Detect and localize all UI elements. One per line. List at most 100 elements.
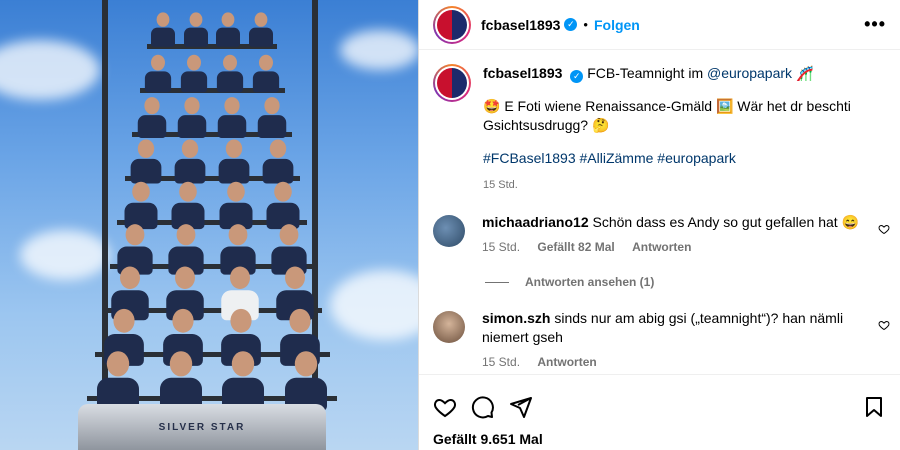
rider-shirt — [257, 115, 287, 138]
rider-head — [224, 97, 240, 115]
share-icon[interactable] — [509, 395, 533, 419]
verified-icon: ✓ — [564, 18, 578, 31]
rider — [266, 181, 300, 230]
rider-head — [184, 97, 200, 115]
caption-body: fcbasel1893 ✓ FCB-Teamnight im @europapa… — [483, 64, 886, 195]
rider — [151, 12, 176, 47]
comment-heart-icon[interactable] — [878, 319, 890, 331]
rider — [180, 54, 207, 94]
picture-emoji: 🖼️ — [715, 98, 734, 114]
rider — [219, 181, 253, 230]
rider-head — [174, 266, 195, 289]
rider — [253, 54, 280, 94]
header-username[interactable]: fcbasel1893 — [481, 17, 560, 33]
likes-count[interactable]: Gefällt 9.651 Mal — [419, 425, 900, 447]
fcb-crest-logo — [437, 9, 467, 40]
caption-line-1: fcbasel1893 ✓ FCB-Teamnight im @europapa… — [483, 64, 886, 83]
rider — [137, 97, 167, 139]
rider-shirt — [253, 71, 280, 93]
rider-head — [226, 181, 245, 202]
rider-head — [284, 266, 305, 289]
rider — [174, 139, 206, 184]
rider-head — [269, 139, 286, 158]
rider — [216, 12, 241, 47]
rider-shirt — [217, 71, 244, 93]
post-footer: Gefällt 9.651 Mal — [419, 374, 900, 450]
rider — [248, 12, 273, 47]
rider-head — [144, 97, 160, 115]
rider-head — [172, 308, 194, 333]
rider-head — [223, 54, 238, 71]
profile-avatar[interactable] — [433, 5, 471, 44]
rider-head — [125, 224, 145, 246]
post-side-panel: fcbasel1893 ✓ • Folgen ••• fcbasel1893 ✓… — [418, 0, 900, 450]
rider-head — [131, 181, 150, 202]
thinking-emoji: 🤔 — [591, 117, 610, 133]
caption-text: E Foti wiene Renaissance-Gmäld — [500, 98, 716, 114]
caption-timestamp[interactable]: 15 Std. — [483, 176, 886, 195]
rider-shirt — [177, 115, 207, 138]
rider — [144, 54, 171, 94]
view-replies-button[interactable]: Antworten ansehen (1) — [485, 275, 900, 289]
commenter-avatar[interactable] — [433, 215, 465, 247]
rider-shirt — [151, 27, 176, 47]
heart-icon[interactable] — [433, 395, 457, 419]
comment-heart-icon[interactable] — [878, 223, 890, 235]
separator-dot: • — [583, 17, 588, 32]
rider — [124, 181, 158, 230]
comment-body: simon.szh sinds nur am abig gsi („teamni… — [482, 309, 862, 372]
starstruck-emoji: 🤩 — [483, 98, 501, 114]
rider-shirt — [137, 115, 167, 138]
reply-button[interactable]: Antworten — [537, 355, 596, 369]
rider-head — [221, 12, 235, 27]
action-bar — [419, 375, 900, 425]
rider-head — [228, 224, 248, 246]
rider-head — [294, 351, 317, 377]
rider-head — [119, 266, 140, 289]
comment-username[interactable]: michaadriano12 — [482, 214, 589, 230]
follow-button[interactable]: Folgen — [594, 17, 640, 33]
cloud — [0, 40, 100, 100]
rider-head — [232, 351, 255, 377]
comment-likes[interactable]: Gefällt 82 Mal — [537, 240, 614, 254]
coaster-emoji: 🎢 — [795, 65, 814, 81]
caption: fcbasel1893 ✓ FCB-Teamnight im @europapa… — [419, 50, 900, 195]
rider-shirt — [144, 71, 171, 93]
caption-avatar[interactable] — [433, 64, 471, 102]
mention-link[interactable]: @europapark — [707, 65, 792, 81]
rider-head — [229, 266, 250, 289]
rider-head — [186, 54, 201, 71]
cloud — [330, 270, 418, 340]
fcb-crest-logo — [437, 68, 467, 98]
rider — [177, 97, 207, 139]
rider — [131, 139, 162, 184]
rider — [171, 181, 205, 230]
bookmark-icon[interactable] — [862, 395, 886, 419]
comment-item: michaadriano12 Schön dass es Andy so gut… — [419, 213, 900, 257]
comment-username[interactable]: simon.szh — [482, 310, 550, 326]
comment-item: simon.szh sinds nur am abig gsi („teamni… — [419, 309, 900, 372]
rider-head — [264, 97, 280, 115]
comments-scroll-area[interactable]: fcbasel1893 ✓ FCB-Teamnight im @europapa… — [419, 50, 900, 374]
rider-head — [107, 351, 130, 377]
post-photo[interactable]: SILVER STAR — [0, 0, 418, 450]
comment-timestamp[interactable]: 15 Std. — [482, 355, 520, 369]
rider-head — [169, 351, 192, 377]
comment-icon[interactable] — [471, 395, 495, 419]
rider-shirt — [183, 27, 208, 47]
rider-head — [259, 54, 274, 71]
rider-head — [225, 139, 243, 158]
caption-line-2: 🤩 E Foti wiene Renaissance-Gmäld 🖼️ Wär … — [483, 97, 886, 135]
rider — [217, 97, 247, 139]
coaster-car — [87, 0, 337, 450]
caption-username[interactable]: fcbasel1893 — [483, 65, 562, 81]
rider-head — [138, 139, 155, 158]
more-options-icon[interactable]: ••• — [864, 14, 886, 35]
reply-button[interactable]: Antworten — [632, 240, 691, 254]
coaster-logo-text: SILVER STAR — [158, 422, 246, 433]
hashtags-link[interactable]: #FCBasel1893 #AlliZämme #europapark — [483, 149, 886, 168]
comment-timestamp[interactable]: 15 Std. — [482, 240, 520, 254]
commenter-avatar[interactable] — [433, 311, 465, 343]
rider-head — [289, 308, 311, 333]
rider-shirt — [131, 158, 162, 184]
